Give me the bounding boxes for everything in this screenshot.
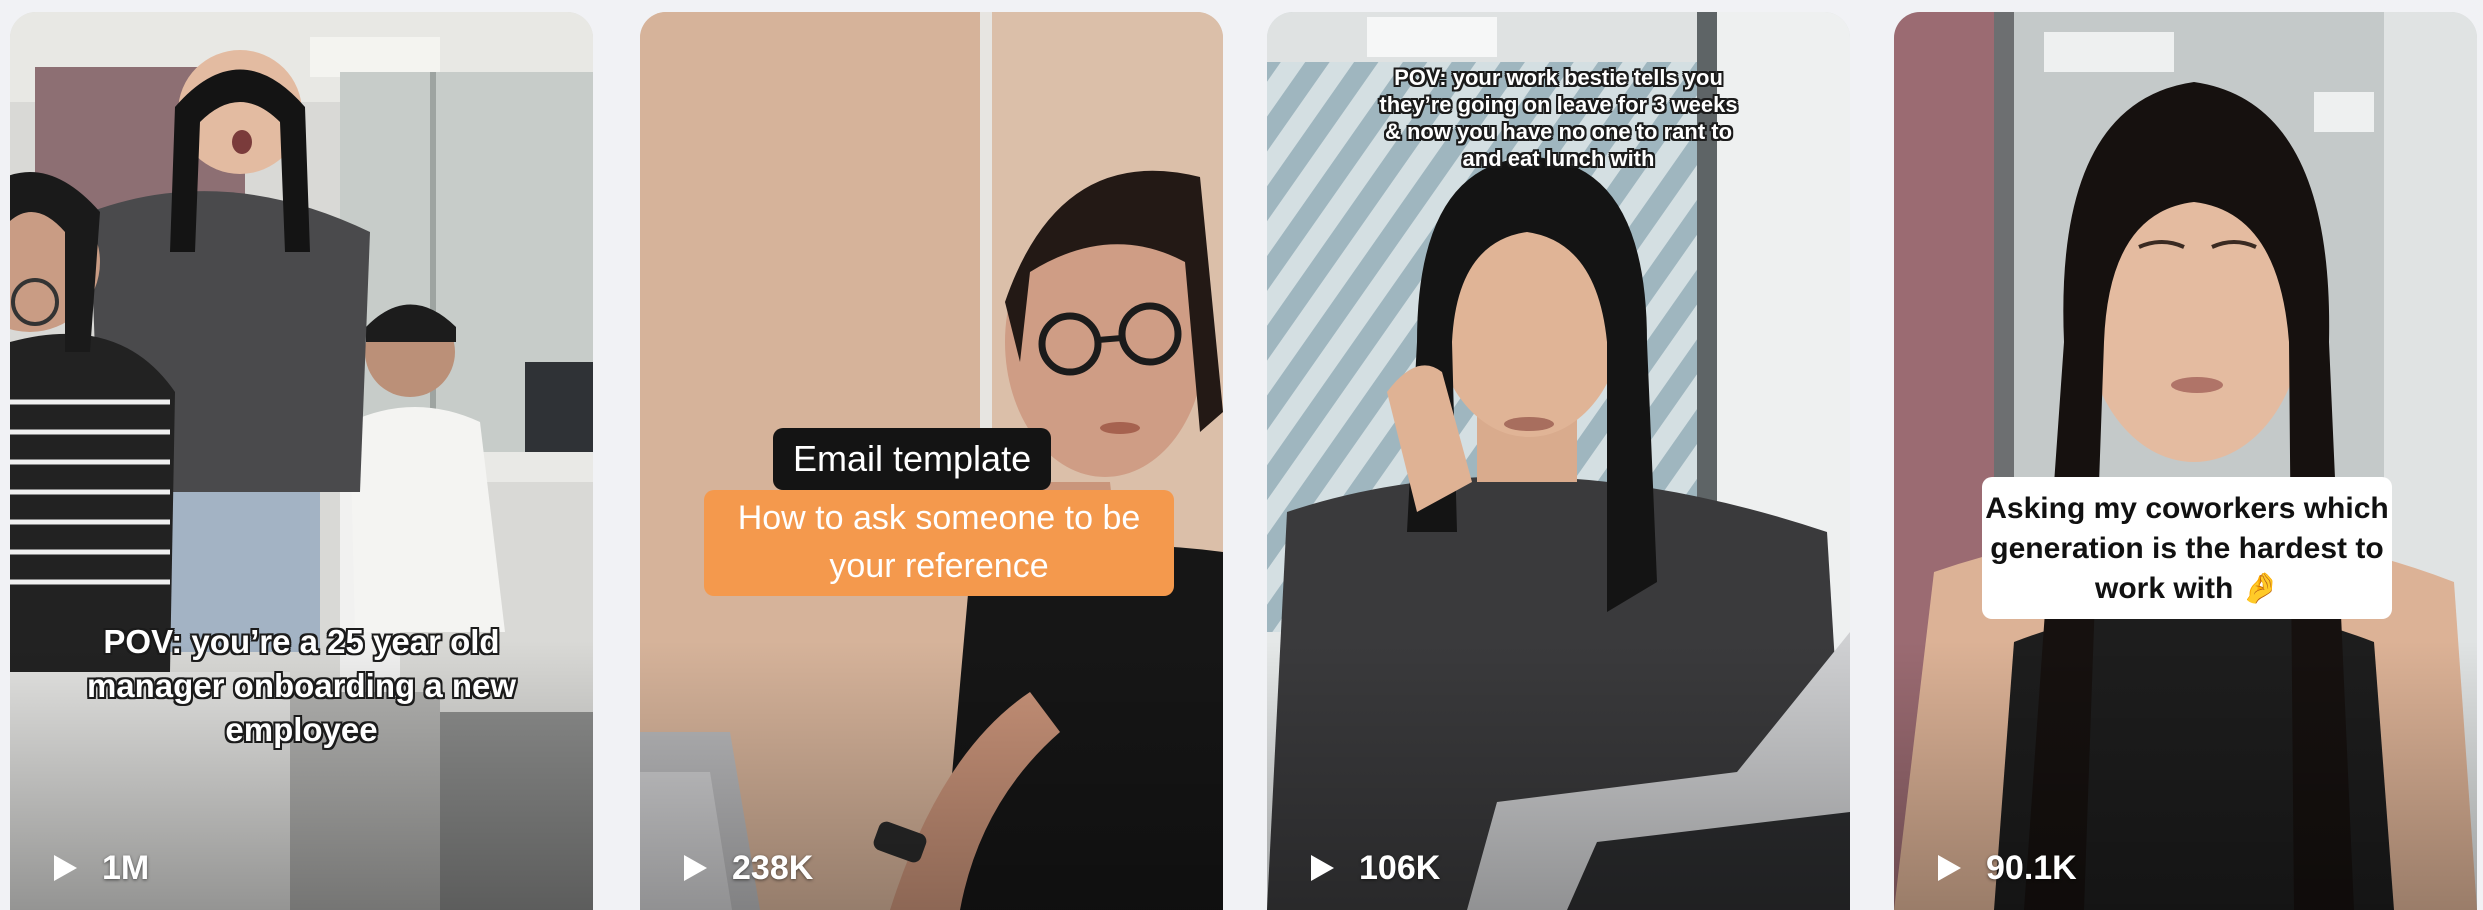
view-count: 90.1K	[1934, 846, 2077, 890]
view-count: 238K	[680, 846, 813, 890]
video-card[interactable]: POV: you’re a 25 year old manager onboar…	[10, 12, 593, 910]
caption-body: How to ask someone to be your reference	[704, 490, 1174, 596]
video-card[interactable]: POV: your work bestie tells you they’re …	[1267, 12, 1850, 910]
video-caption: POV: you’re a 25 year old manager onboar…	[86, 623, 517, 748]
view-count: 1M	[50, 846, 149, 890]
video-card[interactable]: Email template How to ask someone to be …	[640, 12, 1223, 910]
caption-title: Email template	[773, 428, 1052, 490]
play-icon	[1938, 855, 1961, 881]
video-grid: POV: you’re a 25 year old manager onboar…	[0, 0, 2483, 910]
play-icon	[684, 855, 707, 881]
video-caption: Asking my coworkers which generation is …	[1982, 477, 2392, 619]
view-count-label: 238K	[732, 848, 814, 887]
view-count-label: 1M	[102, 848, 150, 887]
play-icon	[54, 855, 77, 881]
view-count-label: 106K	[1359, 848, 1441, 887]
view-count-label: 90.1K	[1986, 848, 2077, 887]
video-card[interactable]: Asking my coworkers which generation is …	[1894, 12, 2477, 910]
play-icon	[1311, 855, 1334, 881]
video-caption: POV: your work bestie tells you they’re …	[1379, 65, 1738, 171]
video-thumbnail	[10, 12, 593, 910]
video-thumbnail	[1894, 12, 2477, 910]
view-count: 106K	[1307, 846, 1440, 890]
